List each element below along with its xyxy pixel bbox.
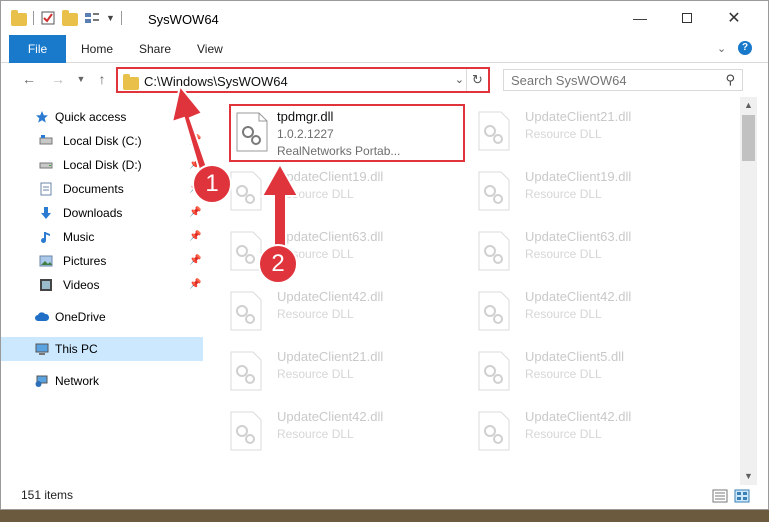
tutorial-arrows [170, 83, 300, 251]
step-2-badge: 2 [258, 244, 298, 284]
arrow-2 [260, 161, 300, 251]
step-1-badge: 1 [192, 164, 232, 204]
